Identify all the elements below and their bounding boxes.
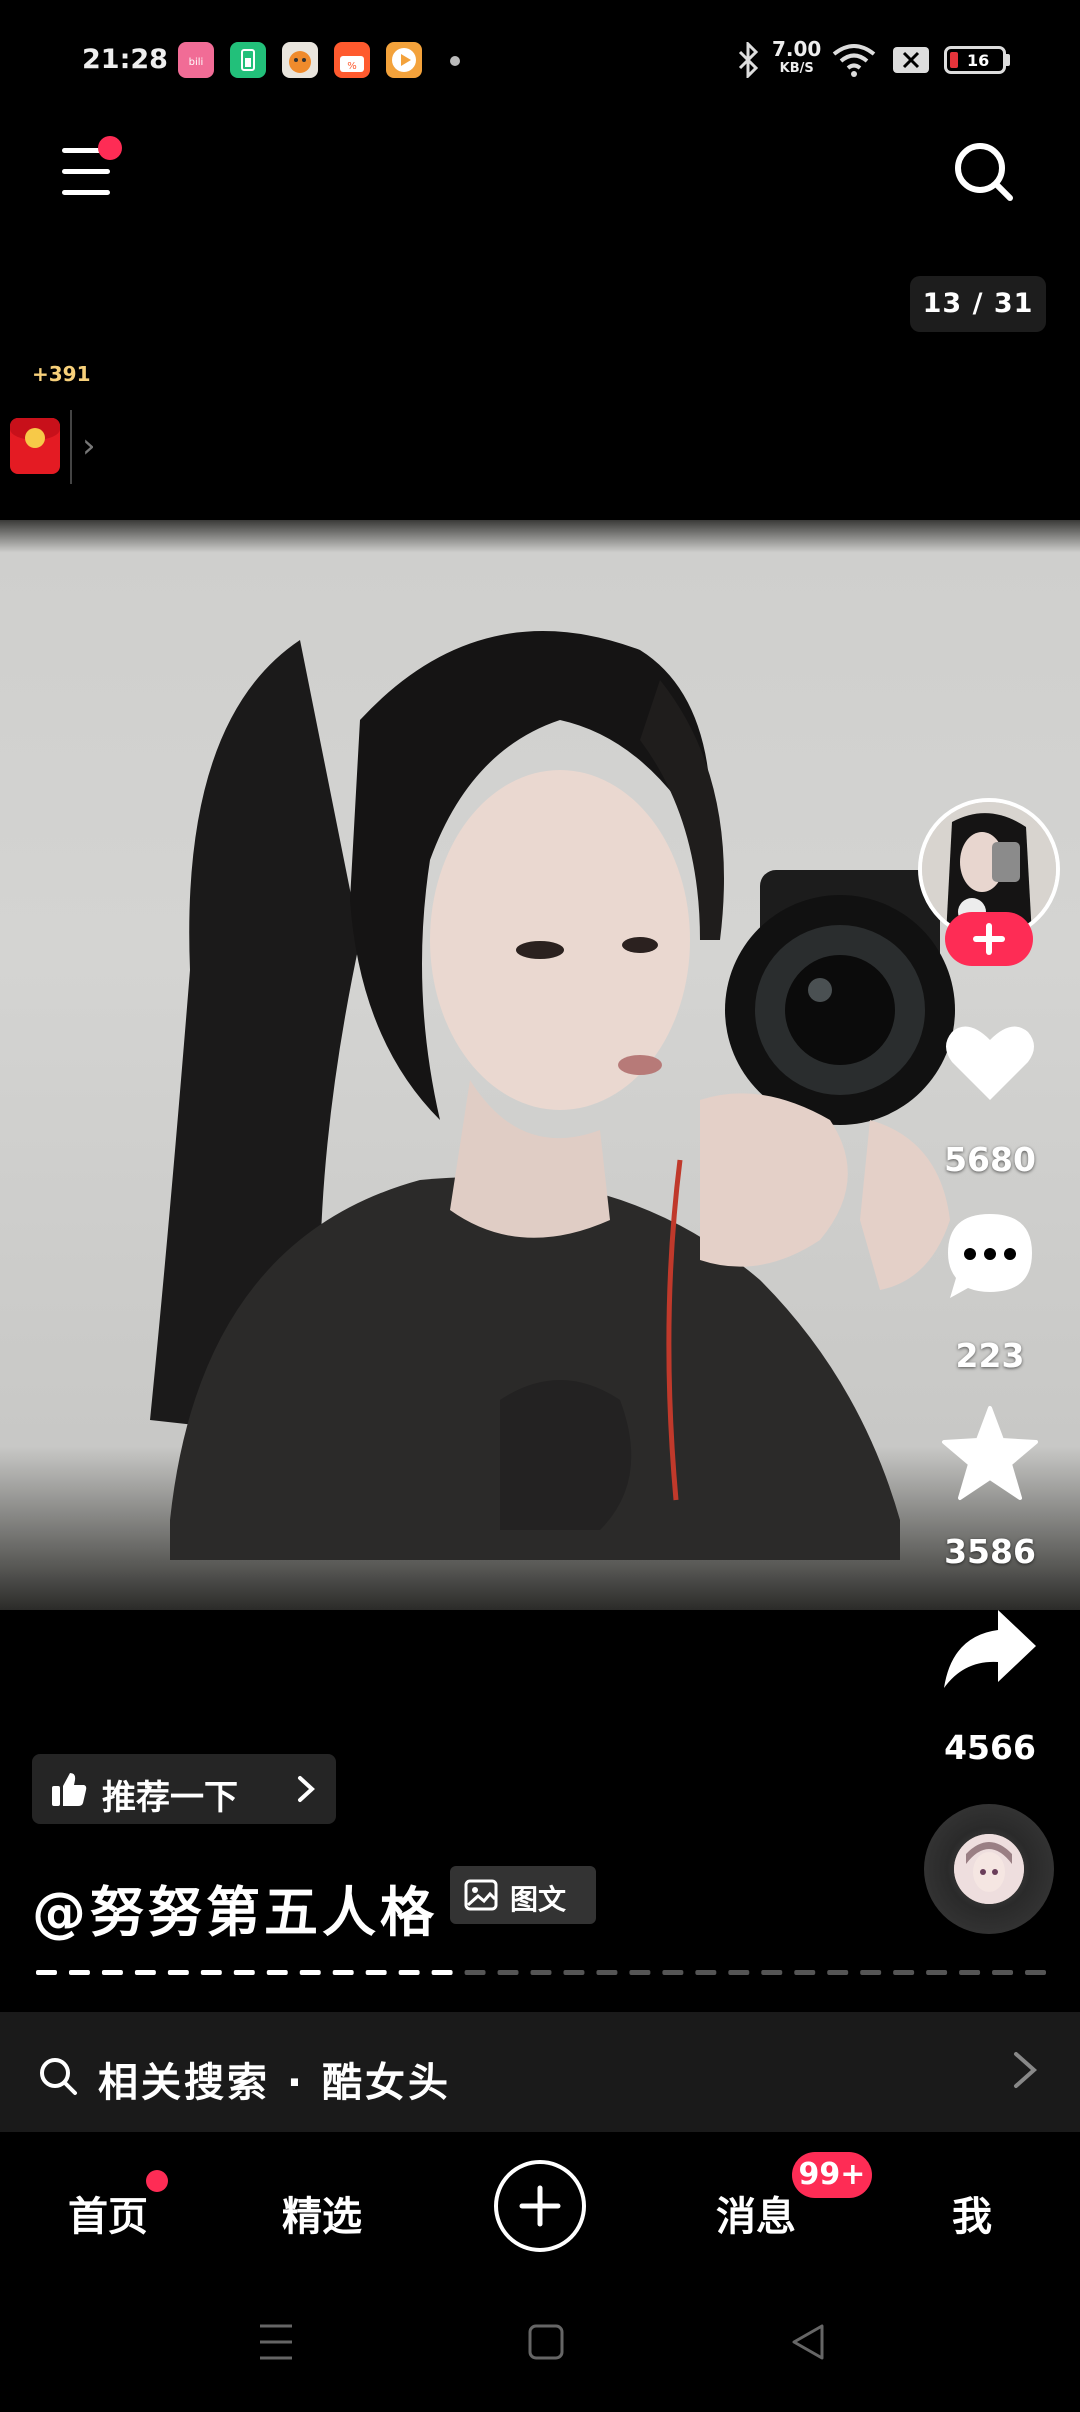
battery-cap <box>1006 54 1010 66</box>
progress-segment <box>893 1970 915 1975</box>
progress-segment <box>695 1970 717 1975</box>
progress-segment <box>563 1970 585 1975</box>
progress-segment <box>167 1970 189 1975</box>
comment-count: 223 <box>955 1336 1025 1375</box>
progress-segment <box>233 1970 255 1975</box>
tab-me[interactable]: 我 <box>912 2184 1032 2242</box>
progress-segment <box>398 1970 420 1975</box>
svg-text:bili: bili <box>189 57 204 68</box>
favorite-count: 3586 <box>944 1532 1036 1571</box>
nav-home-icon[interactable] <box>526 2320 566 2364</box>
progress-segment <box>629 1970 651 1975</box>
progress-segment <box>926 1970 948 1975</box>
bluetooth-icon <box>738 42 759 78</box>
game-app-icon <box>282 42 318 78</box>
girl-with-camera-image <box>150 631 955 1560</box>
tab-home[interactable]: 首页 <box>48 2184 168 2242</box>
progress-segment <box>332 1970 354 1975</box>
bilibili-app-icon: bili <box>178 42 214 78</box>
progress-segment <box>1025 1970 1046 1975</box>
follow-button[interactable] <box>945 912 1033 966</box>
create-post-button[interactable] <box>494 2160 586 2252</box>
red-packet-icon[interactable] <box>10 418 60 474</box>
recommend-label: 推荐一下 <box>102 1778 238 1818</box>
progress-segment <box>662 1970 684 1975</box>
related-search-icon <box>40 2058 77 2095</box>
red-packet-divider <box>70 410 72 484</box>
progress-segment <box>101 1970 123 1975</box>
image-text-icon <box>464 1879 498 1911</box>
progress-segment <box>497 1970 519 1975</box>
network-speed: 7.00 KB/S <box>772 37 822 76</box>
share-count: 4566 <box>944 1728 1036 1767</box>
progress-segment <box>761 1970 783 1975</box>
search-icon[interactable] <box>952 140 1014 202</box>
related-search-label: 相关搜索 · 酷女头 <box>98 2060 452 2106</box>
battery-indicator: 16 <box>944 46 1006 74</box>
progress-segment <box>959 1970 981 1975</box>
nav-back-icon[interactable] <box>788 2320 828 2364</box>
progress-segment <box>134 1970 156 1975</box>
svg-text:%: % <box>347 61 357 72</box>
progress-segment <box>464 1970 486 1975</box>
like-heart-icon[interactable] <box>940 1012 1040 1112</box>
like-count: 5680 <box>944 1140 1036 1179</box>
related-search-chevron-icon <box>1014 2052 1038 2088</box>
coin-reward-count: +391 <box>32 362 91 386</box>
progress-segment <box>365 1970 387 1975</box>
progress-segment <box>992 1970 1014 1975</box>
progress-segment <box>36 1970 57 1975</box>
author-name[interactable]: @努努第五人格 <box>32 1868 438 1947</box>
post-photo[interactable] <box>0 520 1080 1610</box>
music-disc-icon[interactable] <box>924 1804 1054 1934</box>
shopping-app-icon: % <box>334 42 370 78</box>
page-counter: 13 / 31 <box>910 276 1046 332</box>
notification-more-dot <box>450 56 460 66</box>
progress-segment <box>200 1970 222 1975</box>
recommend-chevron-icon <box>298 1776 315 1802</box>
messages-badge: 99+ <box>792 2152 872 2198</box>
favorite-star-icon[interactable] <box>940 1404 1040 1504</box>
battery-app-icon <box>230 42 266 78</box>
tab-featured[interactable]: 精选 <box>262 2184 382 2242</box>
progress-segment <box>860 1970 882 1975</box>
image-progress-bar <box>36 1970 1046 1975</box>
status-time: 21:28 <box>82 44 168 75</box>
progress-segment <box>794 1970 816 1975</box>
progress-segment <box>266 1970 288 1975</box>
progress-segment <box>530 1970 552 1975</box>
progress-segment <box>728 1970 750 1975</box>
wifi-icon <box>832 44 876 77</box>
menu-notification-dot <box>98 136 122 160</box>
red-packet-expand-icon[interactable]: › <box>82 426 96 466</box>
tab-messages[interactable]: 消息 <box>696 2184 816 2242</box>
no-sim-icon <box>893 47 929 73</box>
thumbs-up-icon <box>52 1773 87 1806</box>
post-type-label: 图文 <box>510 1883 567 1916</box>
progress-segment <box>431 1970 453 1975</box>
share-arrow-icon[interactable] <box>940 1600 1040 1700</box>
progress-segment <box>596 1970 618 1975</box>
progress-segment <box>68 1970 90 1975</box>
video-app-icon <box>386 42 422 78</box>
nav-recents-icon[interactable] <box>256 2320 296 2364</box>
comment-icon[interactable] <box>940 1208 1040 1308</box>
progress-segment <box>299 1970 321 1975</box>
progress-segment <box>827 1970 849 1975</box>
home-notification-dot <box>146 2170 168 2192</box>
